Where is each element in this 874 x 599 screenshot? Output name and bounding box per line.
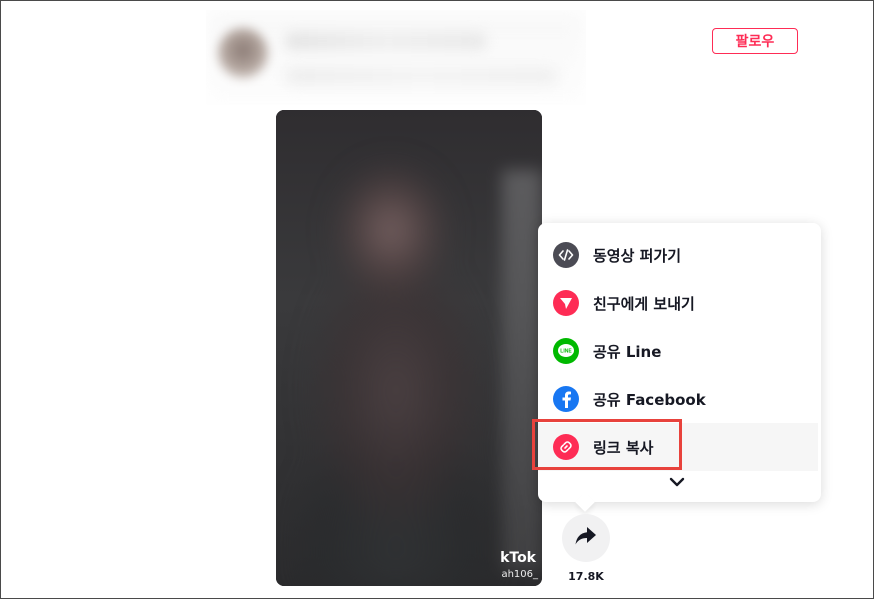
share-item-label: 공유 Line — [593, 342, 662, 361]
share-button[interactable] — [562, 514, 610, 562]
caption-blurred — [286, 68, 556, 84]
video-player[interactable]: kTok ah106_ — [276, 110, 542, 586]
share-arrow-icon — [574, 525, 598, 551]
facebook-icon — [553, 386, 579, 412]
line-icon: LINE — [553, 338, 579, 364]
watermark-username: ah106_ — [501, 569, 538, 580]
avatar[interactable] — [218, 28, 268, 78]
share-item-copy-link[interactable]: 링크 복사 — [538, 423, 818, 471]
share-item-label: 동영상 퍼가기 — [593, 246, 682, 265]
share-item-facebook[interactable]: 공유 Facebook — [538, 375, 818, 423]
share-item-line[interactable]: LINE 공유 Line — [538, 327, 818, 375]
share-item-label: 친구에게 보내기 — [593, 294, 695, 313]
link-icon — [553, 434, 579, 460]
svg-text:LINE: LINE — [560, 349, 572, 355]
video-content-blurred — [296, 150, 496, 586]
video-background-detail — [502, 170, 542, 570]
author-info-blurred — [206, 10, 586, 105]
share-count: 17.8K — [568, 570, 604, 583]
share-item-label: 링크 복사 — [593, 438, 654, 457]
tiktok-watermark: kTok — [500, 550, 536, 566]
send-icon — [553, 290, 579, 316]
author-name-blurred — [286, 32, 486, 50]
share-menu: 동영상 퍼가기 친구에게 보내기 LINE 공유 Line 공유 Faceboo… — [538, 223, 821, 502]
follow-button[interactable]: 팔로우 — [712, 28, 798, 54]
share-item-label: 공유 Facebook — [593, 390, 706, 409]
chevron-down-icon[interactable] — [668, 473, 686, 491]
share-item-send-friend[interactable]: 친구에게 보내기 — [538, 279, 818, 327]
share-item-embed[interactable]: 동영상 퍼가기 — [538, 231, 818, 279]
embed-code-icon — [553, 242, 579, 268]
